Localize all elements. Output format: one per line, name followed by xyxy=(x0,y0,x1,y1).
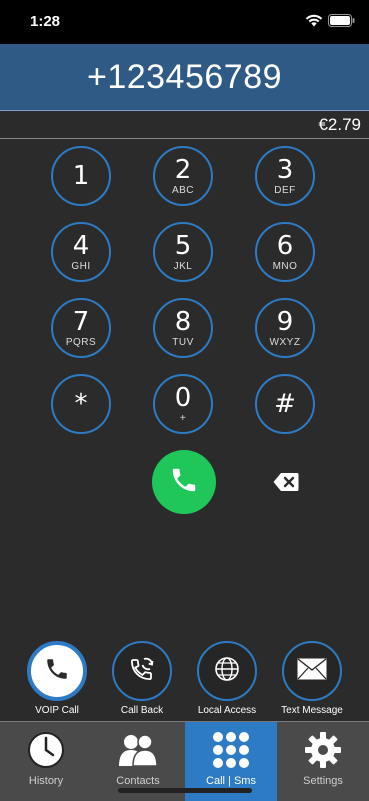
balance-value: €2.79 xyxy=(318,115,361,134)
key-digit: 3 xyxy=(276,154,294,185)
key-letters: JKL xyxy=(173,260,193,272)
text-message-label: Text Message xyxy=(281,705,343,716)
status-bar: 1:28 xyxy=(0,0,369,44)
status-time: 1:28 xyxy=(30,13,61,30)
tab-label: History xyxy=(28,775,64,787)
clock-icon xyxy=(26,730,66,770)
key-digit: 1 xyxy=(72,161,90,191)
key-letters: WXYZ xyxy=(269,336,301,348)
globe-icon xyxy=(214,656,240,687)
home-indicator xyxy=(118,788,252,793)
key-5[interactable]: 5 JKL xyxy=(153,222,213,282)
key-letters: MNO xyxy=(272,260,298,272)
key-digit: 9 xyxy=(276,306,294,337)
key-4[interactable]: 4 GHI xyxy=(51,222,111,282)
contacts-icon xyxy=(118,730,158,770)
key-digit: 4 xyxy=(72,230,90,261)
tab-label: Settings xyxy=(303,775,343,787)
call-back-label: Call Back xyxy=(120,705,164,716)
call-back-button[interactable] xyxy=(112,641,172,701)
voip-call-button[interactable] xyxy=(27,641,87,701)
key-digit: 2 xyxy=(174,154,192,185)
key-8[interactable]: 8 TUV xyxy=(153,298,213,358)
local-access-label: Local Access xyxy=(197,705,257,716)
key-letters: GHI xyxy=(71,260,91,272)
balance-row: €2.79 xyxy=(0,112,369,139)
voip-call-label: VOIP Call xyxy=(35,705,79,716)
number-display[interactable]: +123456789 xyxy=(0,44,369,111)
text-message-button[interactable] xyxy=(282,641,342,701)
phone-icon xyxy=(169,465,199,500)
key-9[interactable]: 9 WXYZ xyxy=(255,298,315,358)
key-digit: # xyxy=(274,389,296,419)
key-star[interactable]: * xyxy=(51,374,111,434)
key-digit: 8 xyxy=(174,306,192,337)
tab-history[interactable]: History xyxy=(0,722,92,801)
key-letters: PQRS xyxy=(65,336,97,348)
key-letters: TUV xyxy=(172,336,194,348)
key-letters: + xyxy=(179,412,187,424)
envelope-icon xyxy=(297,657,327,685)
key-digit: 7 xyxy=(72,306,90,337)
key-hash[interactable]: # xyxy=(255,374,315,434)
backspace-button[interactable] xyxy=(273,472,299,492)
battery-icon xyxy=(328,14,355,32)
key-digit: 6 xyxy=(276,230,294,261)
callback-icon xyxy=(128,655,156,688)
wifi-icon xyxy=(305,14,323,32)
key-digit: 0 xyxy=(174,382,192,413)
key-digit: 5 xyxy=(174,230,192,261)
key-2[interactable]: 2 ABC xyxy=(153,146,213,206)
call-button[interactable] xyxy=(152,450,216,514)
key-1[interactable]: 1 xyxy=(51,146,111,206)
key-3[interactable]: 3 DEF xyxy=(255,146,315,206)
key-letters: ABC xyxy=(171,184,195,196)
key-7[interactable]: 7 PQRS xyxy=(51,298,111,358)
tab-label: Call | Sms xyxy=(206,775,256,787)
tab-settings[interactable]: Settings xyxy=(277,722,369,801)
key-letters: DEF xyxy=(274,184,296,196)
key-digit: * xyxy=(74,389,88,419)
gear-icon xyxy=(303,730,343,770)
tab-label: Contacts xyxy=(116,775,160,787)
phone-icon xyxy=(44,656,70,687)
key-6[interactable]: 6 MNO xyxy=(255,222,315,282)
local-access-button[interactable] xyxy=(197,641,257,701)
status-icons xyxy=(305,14,355,32)
backspace-icon xyxy=(273,473,299,496)
keypad-icon xyxy=(211,730,251,770)
dialed-number: +123456789 xyxy=(86,57,283,96)
key-0[interactable]: 0 + xyxy=(153,374,213,434)
